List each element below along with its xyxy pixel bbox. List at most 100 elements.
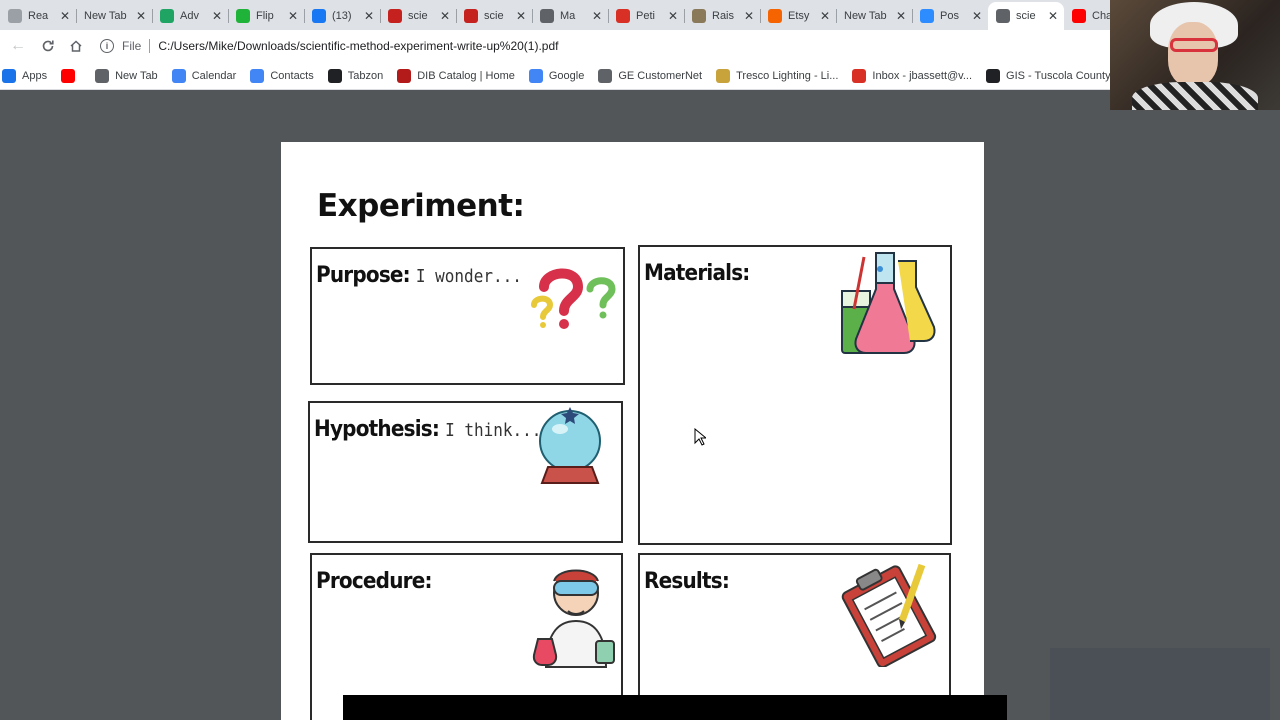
close-tab-icon[interactable]: ✕ — [818, 9, 832, 23]
close-tab-icon[interactable]: ✕ — [590, 9, 604, 23]
browser-tab[interactable]: Pos ✕ — [912, 2, 988, 30]
close-tab-icon[interactable]: ✕ — [286, 9, 300, 23]
browser-tab[interactable]: New Tab ✕ — [76, 2, 152, 30]
youtube-icon — [1072, 9, 1086, 23]
tab-title: Peti — [636, 10, 655, 22]
close-tab-icon[interactable]: ✕ — [666, 9, 680, 23]
webcam-face — [1168, 22, 1218, 86]
tab-title: Etsy — [788, 10, 810, 22]
close-tab-icon[interactable]: ✕ — [134, 9, 148, 23]
tab-title: (13) — [332, 10, 352, 22]
page-heading: Experiment: — [317, 188, 525, 224]
tab-title: scie — [484, 10, 504, 22]
home-icon[interactable] — [62, 32, 90, 60]
browser-tab[interactable]: scie ✕ — [380, 2, 456, 30]
reload-icon[interactable] — [34, 32, 62, 60]
bookmark-item[interactable]: Apps — [2, 65, 55, 87]
bookmark-label: Apps — [22, 69, 48, 82]
hypothesis-hint: I think... — [445, 419, 542, 441]
purpose-box: Purpose: I wonder... — [310, 247, 625, 385]
bookmarks-bar: Apps New Tab Calendar Contacts Tabzon DIB Cat… — [0, 62, 1280, 90]
browser-tab[interactable]: Flip ✕ — [228, 2, 304, 30]
browser-tab[interactable]: Adv ✕ — [152, 2, 228, 30]
browser-tab[interactable]: Peti ✕ — [608, 2, 684, 30]
browser-tab[interactable]: scie ✕ — [988, 2, 1064, 30]
globe-icon — [540, 9, 554, 23]
results-label: Results: — [644, 567, 730, 594]
close-tab-icon[interactable]: ✕ — [970, 9, 984, 23]
tab-title: New Tab — [84, 10, 127, 22]
bookmark-label: GE CustomerNet — [618, 69, 703, 82]
dib-icon — [397, 68, 412, 83]
lab-flasks-icon — [841, 252, 936, 354]
materials-label: Materials: — [644, 259, 750, 286]
bookmark-item[interactable]: GE CustomerNet — [598, 65, 710, 87]
browser-tab[interactable]: Ma ✕ — [532, 2, 608, 30]
site-info-icon[interactable]: i — [100, 39, 114, 53]
browser-tab[interactable]: (13) ✕ — [304, 2, 380, 30]
bookmark-item[interactable]: Tabzon — [327, 65, 391, 87]
tresco-icon — [716, 68, 731, 83]
tab-title: scie — [408, 10, 428, 22]
bookmark-label: Tresco Lighting - Li... — [736, 69, 839, 82]
google-icon — [528, 68, 543, 83]
browser-tab[interactable]: Etsy ✕ — [760, 2, 836, 30]
bookmark-label: Tabzon — [347, 69, 384, 82]
bookmark-item[interactable]: Calendar — [171, 65, 245, 87]
close-tab-icon[interactable]: ✕ — [742, 9, 756, 23]
tab-title: Adv — [180, 10, 199, 22]
browser-toolbar: ← i File C:/Users/Mike/Downloads/scienti… — [0, 30, 1280, 62]
materials-box: Materials: — [638, 245, 952, 545]
close-tab-icon[interactable]: ✕ — [894, 9, 908, 23]
browser-tab[interactable]: New Tab ✕ — [836, 2, 912, 30]
webcam-glasses — [1170, 38, 1218, 52]
bookmark-item[interactable]: New Tab — [95, 65, 166, 87]
bookmark-item[interactable] — [61, 65, 89, 87]
pdf-icon — [464, 9, 478, 23]
bookmark-item[interactable]: GIS - Tuscola County — [986, 65, 1119, 87]
browser-tab[interactable]: scie ✕ — [456, 2, 532, 30]
tab-title: Pos — [940, 10, 959, 22]
bookmark-label: Calendar — [191, 69, 237, 82]
bookmark-label: DIB Catalog | Home — [417, 69, 515, 82]
webcam-overlay — [1110, 0, 1280, 110]
bookmark-label: Contacts — [270, 69, 314, 82]
clipboard-pencil-icon — [841, 563, 937, 667]
bookmark-item[interactable]: Contacts — [250, 65, 321, 87]
scientist-icon — [532, 569, 615, 668]
close-tab-icon[interactable]: ✕ — [514, 9, 528, 23]
browser-tab[interactable]: Rais ✕ — [684, 2, 760, 30]
bookmark-label: Inbox - jbassett@v... — [872, 69, 973, 82]
address-bar[interactable]: i File C:/Users/Mike/Downloads/scientifi… — [94, 32, 1104, 60]
url-text[interactable]: C:/Users/Mike/Downloads/scientific-metho… — [158, 39, 558, 53]
caption-bar — [343, 695, 1007, 720]
close-tab-icon[interactable]: ✕ — [58, 9, 72, 23]
mouse-cursor-icon — [694, 428, 706, 446]
etsy-icon — [768, 9, 782, 23]
tab-title: Rais — [712, 10, 735, 22]
browser-tab[interactable]: Rea ✕ — [0, 2, 76, 30]
tabzon-icon — [327, 68, 342, 83]
bookmark-label: Google — [548, 69, 585, 82]
raise-icon — [692, 9, 706, 23]
close-tab-icon[interactable]: ✕ — [1046, 9, 1060, 23]
bookmark-label: GIS - Tuscola County — [1006, 69, 1111, 82]
bookmark-item[interactable]: Inbox - jbassett@v... — [852, 65, 980, 87]
bookmark-item[interactable]: Tresco Lighting - Li... — [716, 65, 846, 87]
back-icon[interactable]: ← — [4, 32, 32, 60]
url-scheme: File — [122, 39, 142, 53]
question-marks-icon — [531, 268, 616, 329]
close-tab-icon[interactable]: ✕ — [438, 9, 452, 23]
tab-title: Ma — [560, 10, 576, 22]
gis-icon — [986, 68, 1001, 83]
globe-icon — [996, 9, 1010, 23]
calendar-icon — [171, 68, 186, 83]
tab-title: Flip — [256, 10, 274, 22]
pdf-page: Experiment: Purpose: I wonder... Hypothes… — [281, 142, 984, 720]
bookmark-item[interactable]: Google — [528, 65, 592, 87]
close-tab-icon[interactable]: ✕ — [210, 9, 224, 23]
google-icon — [250, 68, 265, 83]
bookmark-item[interactable]: DIB Catalog | Home — [397, 65, 523, 87]
change-org-icon — [616, 9, 630, 23]
close-tab-icon[interactable]: ✕ — [362, 9, 376, 23]
